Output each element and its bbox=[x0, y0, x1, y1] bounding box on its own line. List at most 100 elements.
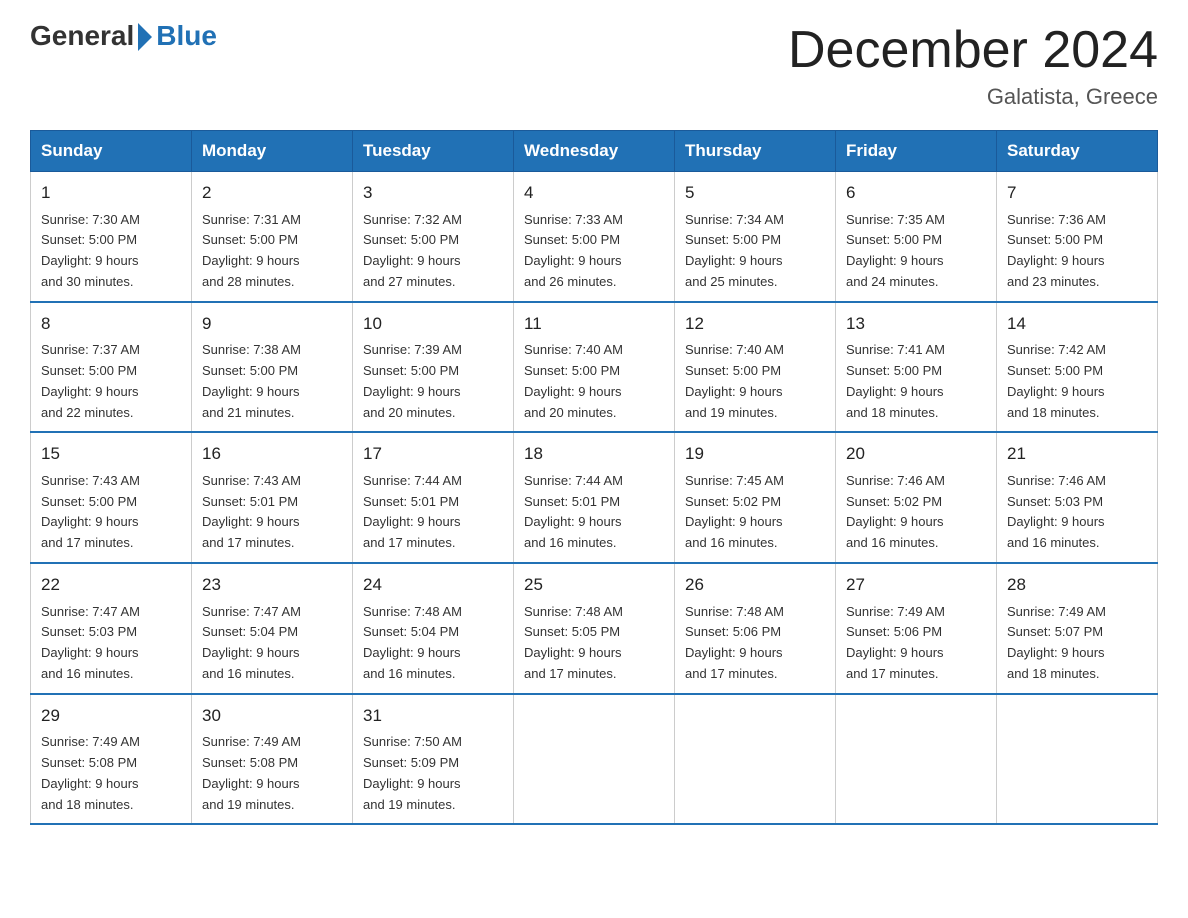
calendar-cell: 3 Sunrise: 7:32 AM Sunset: 5:00 PM Dayli… bbox=[353, 172, 514, 302]
calendar-cell bbox=[675, 694, 836, 825]
col-header-saturday: Saturday bbox=[997, 131, 1158, 172]
calendar-cell: 5 Sunrise: 7:34 AM Sunset: 5:00 PM Dayli… bbox=[675, 172, 836, 302]
day-info: Sunrise: 7:34 AM Sunset: 5:00 PM Dayligh… bbox=[685, 210, 825, 293]
calendar-cell: 7 Sunrise: 7:36 AM Sunset: 5:00 PM Dayli… bbox=[997, 172, 1158, 302]
day-info: Sunrise: 7:49 AM Sunset: 5:08 PM Dayligh… bbox=[202, 732, 342, 815]
day-info: Sunrise: 7:48 AM Sunset: 5:04 PM Dayligh… bbox=[363, 602, 503, 685]
calendar-cell: 19 Sunrise: 7:45 AM Sunset: 5:02 PM Dayl… bbox=[675, 432, 836, 563]
calendar-cell: 22 Sunrise: 7:47 AM Sunset: 5:03 PM Dayl… bbox=[31, 563, 192, 694]
calendar-cell bbox=[514, 694, 675, 825]
day-info: Sunrise: 7:46 AM Sunset: 5:02 PM Dayligh… bbox=[846, 471, 986, 554]
calendar-cell: 29 Sunrise: 7:49 AM Sunset: 5:08 PM Dayl… bbox=[31, 694, 192, 825]
day-info: Sunrise: 7:49 AM Sunset: 5:08 PM Dayligh… bbox=[41, 732, 181, 815]
calendar-cell: 26 Sunrise: 7:48 AM Sunset: 5:06 PM Dayl… bbox=[675, 563, 836, 694]
week-row-1: 1 Sunrise: 7:30 AM Sunset: 5:00 PM Dayli… bbox=[31, 172, 1158, 302]
col-header-wednesday: Wednesday bbox=[514, 131, 675, 172]
day-number: 15 bbox=[41, 441, 181, 467]
day-number: 27 bbox=[846, 572, 986, 598]
day-info: Sunrise: 7:44 AM Sunset: 5:01 PM Dayligh… bbox=[524, 471, 664, 554]
day-info: Sunrise: 7:33 AM Sunset: 5:00 PM Dayligh… bbox=[524, 210, 664, 293]
calendar-cell: 12 Sunrise: 7:40 AM Sunset: 5:00 PM Dayl… bbox=[675, 302, 836, 433]
day-info: Sunrise: 7:32 AM Sunset: 5:00 PM Dayligh… bbox=[363, 210, 503, 293]
day-info: Sunrise: 7:40 AM Sunset: 5:00 PM Dayligh… bbox=[685, 340, 825, 423]
calendar-cell: 2 Sunrise: 7:31 AM Sunset: 5:00 PM Dayli… bbox=[192, 172, 353, 302]
day-number: 20 bbox=[846, 441, 986, 467]
day-info: Sunrise: 7:43 AM Sunset: 5:00 PM Dayligh… bbox=[41, 471, 181, 554]
calendar-title: December 2024 bbox=[788, 20, 1158, 80]
col-header-sunday: Sunday bbox=[31, 131, 192, 172]
day-number: 13 bbox=[846, 311, 986, 337]
logo-general-text: General bbox=[30, 20, 134, 52]
calendar-cell: 16 Sunrise: 7:43 AM Sunset: 5:01 PM Dayl… bbox=[192, 432, 353, 563]
day-number: 25 bbox=[524, 572, 664, 598]
day-info: Sunrise: 7:31 AM Sunset: 5:00 PM Dayligh… bbox=[202, 210, 342, 293]
col-header-monday: Monday bbox=[192, 131, 353, 172]
day-number: 1 bbox=[41, 180, 181, 206]
day-number: 24 bbox=[363, 572, 503, 598]
day-number: 23 bbox=[202, 572, 342, 598]
day-info: Sunrise: 7:30 AM Sunset: 5:00 PM Dayligh… bbox=[41, 210, 181, 293]
day-number: 10 bbox=[363, 311, 503, 337]
day-number: 8 bbox=[41, 311, 181, 337]
calendar-cell: 4 Sunrise: 7:33 AM Sunset: 5:00 PM Dayli… bbox=[514, 172, 675, 302]
day-number: 30 bbox=[202, 703, 342, 729]
day-info: Sunrise: 7:50 AM Sunset: 5:09 PM Dayligh… bbox=[363, 732, 503, 815]
week-row-5: 29 Sunrise: 7:49 AM Sunset: 5:08 PM Dayl… bbox=[31, 694, 1158, 825]
header: General Blue December 2024 Galatista, Gr… bbox=[30, 20, 1158, 110]
col-header-tuesday: Tuesday bbox=[353, 131, 514, 172]
day-number: 2 bbox=[202, 180, 342, 206]
day-number: 26 bbox=[685, 572, 825, 598]
week-row-2: 8 Sunrise: 7:37 AM Sunset: 5:00 PM Dayli… bbox=[31, 302, 1158, 433]
calendar-cell: 17 Sunrise: 7:44 AM Sunset: 5:01 PM Dayl… bbox=[353, 432, 514, 563]
day-info: Sunrise: 7:46 AM Sunset: 5:03 PM Dayligh… bbox=[1007, 471, 1147, 554]
day-number: 4 bbox=[524, 180, 664, 206]
day-info: Sunrise: 7:36 AM Sunset: 5:00 PM Dayligh… bbox=[1007, 210, 1147, 293]
calendar-cell: 14 Sunrise: 7:42 AM Sunset: 5:00 PM Dayl… bbox=[997, 302, 1158, 433]
calendar-cell: 27 Sunrise: 7:49 AM Sunset: 5:06 PM Dayl… bbox=[836, 563, 997, 694]
day-number: 11 bbox=[524, 311, 664, 337]
calendar-cell: 15 Sunrise: 7:43 AM Sunset: 5:00 PM Dayl… bbox=[31, 432, 192, 563]
calendar-cell: 18 Sunrise: 7:44 AM Sunset: 5:01 PM Dayl… bbox=[514, 432, 675, 563]
day-number: 7 bbox=[1007, 180, 1147, 206]
day-info: Sunrise: 7:43 AM Sunset: 5:01 PM Dayligh… bbox=[202, 471, 342, 554]
day-number: 22 bbox=[41, 572, 181, 598]
day-info: Sunrise: 7:49 AM Sunset: 5:06 PM Dayligh… bbox=[846, 602, 986, 685]
calendar-cell: 9 Sunrise: 7:38 AM Sunset: 5:00 PM Dayli… bbox=[192, 302, 353, 433]
calendar-cell: 31 Sunrise: 7:50 AM Sunset: 5:09 PM Dayl… bbox=[353, 694, 514, 825]
day-info: Sunrise: 7:39 AM Sunset: 5:00 PM Dayligh… bbox=[363, 340, 503, 423]
day-info: Sunrise: 7:49 AM Sunset: 5:07 PM Dayligh… bbox=[1007, 602, 1147, 685]
calendar-table: SundayMondayTuesdayWednesdayThursdayFrid… bbox=[30, 130, 1158, 825]
day-number: 21 bbox=[1007, 441, 1147, 467]
day-number: 29 bbox=[41, 703, 181, 729]
day-info: Sunrise: 7:41 AM Sunset: 5:00 PM Dayligh… bbox=[846, 340, 986, 423]
day-number: 31 bbox=[363, 703, 503, 729]
day-number: 5 bbox=[685, 180, 825, 206]
week-row-3: 15 Sunrise: 7:43 AM Sunset: 5:00 PM Dayl… bbox=[31, 432, 1158, 563]
day-number: 18 bbox=[524, 441, 664, 467]
day-number: 16 bbox=[202, 441, 342, 467]
day-info: Sunrise: 7:48 AM Sunset: 5:05 PM Dayligh… bbox=[524, 602, 664, 685]
logo-arrow-icon bbox=[138, 23, 152, 51]
calendar-cell: 23 Sunrise: 7:47 AM Sunset: 5:04 PM Dayl… bbox=[192, 563, 353, 694]
logo-blue-text: Blue bbox=[156, 20, 217, 52]
day-number: 9 bbox=[202, 311, 342, 337]
calendar-cell bbox=[997, 694, 1158, 825]
week-row-4: 22 Sunrise: 7:47 AM Sunset: 5:03 PM Dayl… bbox=[31, 563, 1158, 694]
calendar-cell: 6 Sunrise: 7:35 AM Sunset: 5:00 PM Dayli… bbox=[836, 172, 997, 302]
header-row: SundayMondayTuesdayWednesdayThursdayFrid… bbox=[31, 131, 1158, 172]
day-info: Sunrise: 7:42 AM Sunset: 5:00 PM Dayligh… bbox=[1007, 340, 1147, 423]
calendar-cell: 24 Sunrise: 7:48 AM Sunset: 5:04 PM Dayl… bbox=[353, 563, 514, 694]
day-number: 14 bbox=[1007, 311, 1147, 337]
calendar-cell: 20 Sunrise: 7:46 AM Sunset: 5:02 PM Dayl… bbox=[836, 432, 997, 563]
calendar-cell: 1 Sunrise: 7:30 AM Sunset: 5:00 PM Dayli… bbox=[31, 172, 192, 302]
calendar-subtitle: Galatista, Greece bbox=[788, 84, 1158, 110]
logo: General Blue bbox=[30, 20, 217, 52]
day-info: Sunrise: 7:44 AM Sunset: 5:01 PM Dayligh… bbox=[363, 471, 503, 554]
calendar-cell bbox=[836, 694, 997, 825]
day-info: Sunrise: 7:48 AM Sunset: 5:06 PM Dayligh… bbox=[685, 602, 825, 685]
day-info: Sunrise: 7:45 AM Sunset: 5:02 PM Dayligh… bbox=[685, 471, 825, 554]
calendar-cell: 25 Sunrise: 7:48 AM Sunset: 5:05 PM Dayl… bbox=[514, 563, 675, 694]
day-number: 12 bbox=[685, 311, 825, 337]
title-area: December 2024 Galatista, Greece bbox=[788, 20, 1158, 110]
day-number: 17 bbox=[363, 441, 503, 467]
